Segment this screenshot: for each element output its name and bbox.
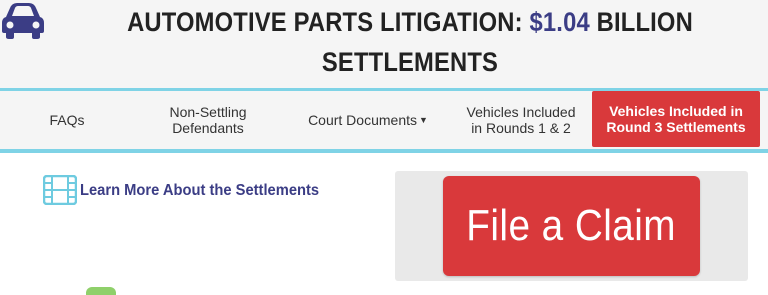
main-nav: FAQs Non-Settling Defendants Court Docum… <box>0 91 768 149</box>
learn-more-link[interactable]: Learn More About the Settlements <box>80 182 319 200</box>
car-icon[interactable] <box>0 0 46 40</box>
caret-down-icon: ▼ <box>419 115 428 125</box>
nav-item-label: Court Documents <box>308 112 417 128</box>
nav-item-label: Non-Settling Defendants <box>169 104 247 136</box>
film-icon <box>43 175 77 205</box>
site-header: AUTOMOTIVE PARTS LITIGATION: $1.04 BILLI… <box>0 0 768 88</box>
nav-item-label: FAQs <box>49 112 85 128</box>
nav-item-label: Vehicles Included in Rounds 1 & 2 <box>466 104 576 136</box>
nav-item-label: Vehicles Included in Round 3 Settlements <box>606 103 746 135</box>
green-shape <box>86 287 116 295</box>
file-claim-button[interactable]: File a Claim <box>443 176 700 276</box>
nav-item-vehicles-rounds-1-2[interactable]: Vehicles Included in Rounds 1 & 2 <box>458 91 584 149</box>
file-claim-label: File a Claim <box>466 201 677 250</box>
title-amount: $1.04 <box>529 7 590 37</box>
nav-item-non-settling-defendants[interactable]: Non-Settling Defendants <box>150 91 266 149</box>
title-prefix: AUTOMOTIVE PARTS LITIGATION: <box>127 7 530 37</box>
nav-item-vehicles-round-3[interactable]: Vehicles Included in Round 3 Settlements <box>592 91 760 147</box>
nav-border-bottom <box>0 149 768 153</box>
nav-item-court-documents[interactable]: Court Documents ▼ <box>302 91 434 149</box>
nav-item-faqs[interactable]: FAQs <box>18 91 116 149</box>
page-title: AUTOMOTIVE PARTS LITIGATION: $1.04 BILLI… <box>102 2 718 82</box>
